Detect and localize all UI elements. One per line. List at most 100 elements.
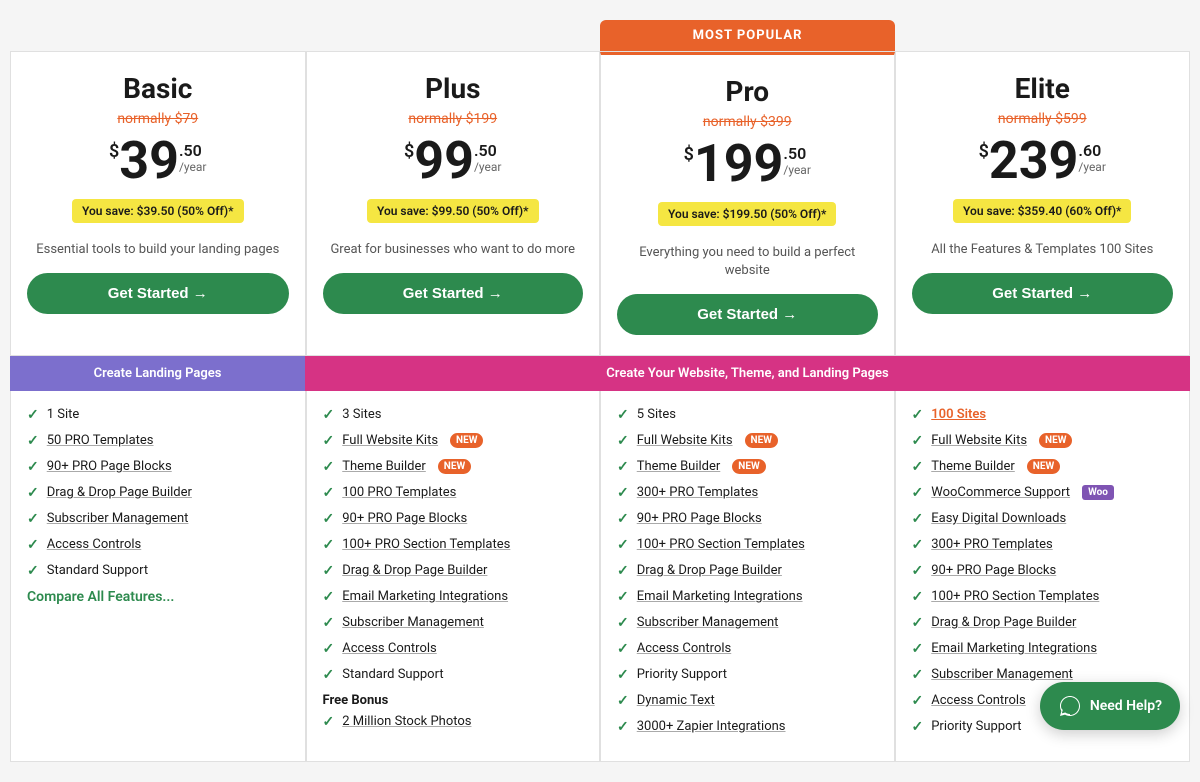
feature-link[interactable]: Subscriber Management bbox=[637, 615, 779, 630]
plus-cents-year: .50 /year bbox=[474, 141, 502, 174]
feature-link[interactable]: WooCommerce Support bbox=[931, 485, 1070, 500]
check-icon: ✓ bbox=[323, 641, 335, 657]
feature-link[interactable]: Dynamic Text bbox=[637, 693, 715, 708]
feature-link[interactable]: 90+ PRO Page Blocks bbox=[342, 511, 467, 526]
feature-link[interactable]: 300+ PRO Templates bbox=[931, 537, 1052, 552]
check-icon: ✓ bbox=[617, 459, 629, 475]
feature-link[interactable]: 100+ PRO Section Templates bbox=[931, 589, 1099, 604]
new-badge: New bbox=[745, 433, 778, 448]
feature-item: ✓ WooCommerce Support Woo bbox=[912, 485, 1174, 501]
feature-item: ✓ Drag & Drop Page Builder bbox=[323, 563, 584, 579]
check-icon: ✓ bbox=[323, 459, 335, 475]
feature-link[interactable]: 90+ PRO Page Blocks bbox=[47, 459, 172, 474]
feature-link[interactable]: 50 PRO Templates bbox=[47, 433, 154, 448]
feature-link[interactable]: Theme Builder bbox=[637, 459, 721, 474]
feature-link[interactable]: Access Controls bbox=[931, 693, 1026, 708]
feature-link[interactable]: Email Marketing Integrations bbox=[931, 641, 1097, 656]
feature-item: ✓ Subscriber Management bbox=[323, 615, 584, 631]
feature-item: ✓ 100+ PRO Section Templates bbox=[617, 537, 878, 553]
basic-cents: .50 bbox=[179, 141, 202, 160]
pro-cents: .50 bbox=[783, 144, 806, 163]
elite-plan-name: Elite bbox=[912, 72, 1174, 105]
feature-link[interactable]: 3000+ Zapier Integrations bbox=[637, 719, 786, 734]
elite-price-row: $ 239 .60 /year bbox=[912, 135, 1174, 187]
elite-cta-button[interactable]: Get Started → bbox=[912, 273, 1174, 314]
banner-text: MOST POPULAR bbox=[693, 28, 803, 43]
feature-item: ✓ 50 PRO Templates bbox=[27, 433, 289, 449]
feature-link[interactable]: Email Marketing Integrations bbox=[637, 589, 803, 604]
new-badge: New bbox=[438, 459, 471, 474]
feature-link[interactable]: Full Website Kits bbox=[931, 433, 1027, 448]
check-icon: ✓ bbox=[912, 719, 924, 735]
pricing-wrapper: MOST POPULAR Basic normally $79 $ 39 .50… bbox=[0, 0, 1200, 782]
elite-dollar: $ bbox=[979, 141, 989, 162]
check-icon: ✓ bbox=[912, 407, 924, 423]
check-icon: ✓ bbox=[617, 641, 629, 657]
check-icon: ✓ bbox=[912, 589, 924, 605]
feature-link[interactable]: Drag & Drop Page Builder bbox=[637, 563, 782, 578]
plus-price-main: 99 bbox=[414, 135, 474, 187]
feature-link[interactable]: Subscriber Management bbox=[342, 615, 484, 630]
plus-savings: You save: $99.50 (50% Off)* bbox=[367, 199, 539, 223]
basic-normally: normally $79 bbox=[27, 111, 289, 127]
check-icon: ✓ bbox=[27, 485, 39, 501]
plus-year: /year bbox=[474, 160, 502, 174]
feature-link[interactable]: Theme Builder bbox=[342, 459, 426, 474]
feature-item: ✓ Subscriber Management bbox=[27, 511, 289, 527]
elite-normally: normally $599 bbox=[912, 111, 1174, 127]
feature-link[interactable]: Email Marketing Integrations bbox=[342, 589, 508, 604]
plus-cta-button[interactable]: Get Started → bbox=[323, 273, 584, 314]
feature-link[interactable]: 100 PRO Templates bbox=[342, 485, 456, 500]
plus-desc: Great for businesses who want to do more bbox=[323, 241, 584, 259]
feature-item: ✓ Theme Builder New bbox=[323, 459, 584, 475]
elite-year: /year bbox=[1078, 160, 1106, 174]
check-icon: ✓ bbox=[617, 563, 629, 579]
elite-cents-year: .60 /year bbox=[1078, 141, 1106, 174]
feature-link[interactable]: 90+ PRO Page Blocks bbox=[931, 563, 1056, 578]
compare-all-link[interactable]: Compare All Features... bbox=[27, 589, 289, 605]
feature-link[interactable]: Subscriber Management bbox=[931, 667, 1073, 682]
check-icon: ✓ bbox=[912, 537, 924, 553]
feature-link[interactable]: 2 Million Stock Photos bbox=[342, 714, 471, 729]
feature-item: ✓ 100+ PRO Section Templates bbox=[912, 589, 1174, 605]
basic-cta-button[interactable]: Get Started → bbox=[27, 273, 289, 314]
feature-item: ✓ 300+ PRO Templates bbox=[617, 485, 878, 501]
feature-text: Priority Support bbox=[931, 719, 1021, 734]
pro-cta-button[interactable]: Get Started → bbox=[617, 294, 878, 335]
feature-item: ✓ 5 Sites bbox=[617, 407, 878, 423]
feature-link[interactable]: Access Controls bbox=[342, 641, 437, 656]
feature-item: ✓ Theme Builder New bbox=[617, 459, 878, 475]
feature-link[interactable]: Easy Digital Downloads bbox=[931, 511, 1066, 526]
feature-item: ✓ 2 Million Stock Photos bbox=[323, 714, 584, 730]
feature-item: ✓ Email Marketing Integrations bbox=[617, 589, 878, 605]
features-headers-row: Create Landing Pages Create Your Website… bbox=[10, 356, 1190, 391]
feature-link[interactable]: Full Website Kits bbox=[342, 433, 438, 448]
feature-item: ✓ Access Controls bbox=[323, 641, 584, 657]
feature-link[interactable]: Full Website Kits bbox=[637, 433, 733, 448]
check-icon: ✓ bbox=[323, 485, 335, 501]
feature-link[interactable]: 100+ PRO Section Templates bbox=[342, 537, 510, 552]
check-icon: ✓ bbox=[617, 719, 629, 735]
feature-link[interactable]: Access Controls bbox=[637, 641, 732, 656]
plus-normally: normally $199 bbox=[323, 111, 584, 127]
check-icon: ✓ bbox=[912, 433, 924, 449]
feature-item: ✓ 100 Sites bbox=[912, 407, 1174, 423]
check-icon: ✓ bbox=[323, 407, 335, 423]
feature-link[interactable]: Access Controls bbox=[47, 537, 142, 552]
feature-text: Standard Support bbox=[342, 667, 443, 682]
feature-link[interactable]: Subscriber Management bbox=[47, 511, 189, 526]
feature-link[interactable]: 90+ PRO Page Blocks bbox=[637, 511, 762, 526]
check-icon: ✓ bbox=[27, 511, 39, 527]
feature-link[interactable]: Theme Builder bbox=[931, 459, 1015, 474]
feature-link[interactable]: Drag & Drop Page Builder bbox=[931, 615, 1076, 630]
pro-dollar: $ bbox=[684, 144, 694, 165]
feature-link[interactable]: Drag & Drop Page Builder bbox=[342, 563, 487, 578]
plan-pro-header: Pro normally $399 $ 199 .50 /year You sa… bbox=[600, 52, 895, 355]
plus-cents: .50 bbox=[474, 141, 497, 160]
feature-link[interactable]: 300+ PRO Templates bbox=[637, 485, 758, 500]
chat-widget[interactable]: Need Help? bbox=[1040, 682, 1180, 730]
feature-gold[interactable]: 100 Sites bbox=[931, 407, 986, 422]
feature-link[interactable]: Drag & Drop Page Builder bbox=[47, 485, 192, 500]
feature-link[interactable]: 100+ PRO Section Templates bbox=[637, 537, 805, 552]
feature-item: ✓ Priority Support bbox=[617, 667, 878, 683]
